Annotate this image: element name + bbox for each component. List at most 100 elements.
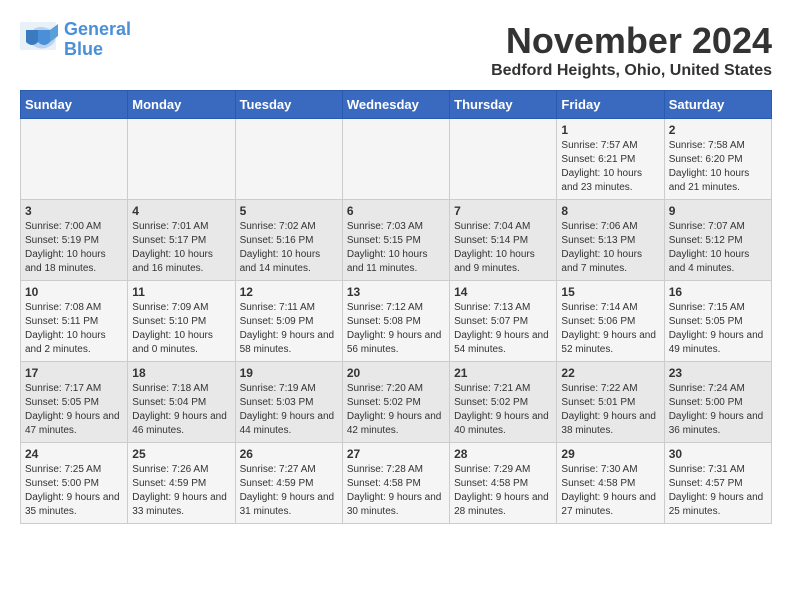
cell-content: Sunrise: 7:14 AM Sunset: 5:06 PM Dayligh…	[561, 301, 659, 357]
calendar-cell: 16 Sunrise: 7:15 AM Sunset: 5:05 PM Dayli…	[664, 281, 771, 362]
calendar-cell: 17Sunrise: 7:17 AM Sunset: 5:05 PM Dayli…	[21, 362, 128, 443]
calendar-cell: 29Sunrise: 7:30 AM Sunset: 4:58 PM Dayli…	[557, 443, 664, 524]
logo-icon	[20, 22, 60, 57]
calendar-cell	[128, 119, 235, 200]
day-number: 13	[347, 285, 445, 299]
cell-content: Sunrise: 7:01 AM Sunset: 5:17 PM Dayligh…	[132, 220, 230, 276]
cell-content: Sunrise: 7:22 AM Sunset: 5:01 PM Dayligh…	[561, 382, 659, 438]
day-number: 9	[669, 204, 767, 218]
calendar-cell: 7 Sunrise: 7:04 AM Sunset: 5:14 PM Daylig…	[450, 200, 557, 281]
calendar-cell: 24Sunrise: 7:25 AM Sunset: 5:00 PM Dayli…	[21, 443, 128, 524]
cell-content: Sunrise: 7:12 AM Sunset: 5:08 PM Dayligh…	[347, 301, 445, 357]
calendar-cell: 3 Sunrise: 7:00 AM Sunset: 5:19 PM Daylig…	[21, 200, 128, 281]
cell-content: Sunrise: 7:24 AM Sunset: 5:00 PM Dayligh…	[669, 382, 767, 438]
day-number: 23	[669, 366, 767, 380]
day-number: 30	[669, 447, 767, 461]
day-number: 3	[25, 204, 123, 218]
calendar-week-1: 1 Sunrise: 7:57 AM Sunset: 6:21 PM Daylig…	[21, 119, 772, 200]
calendar-cell: 20 Sunrise: 7:20 AM Sunset: 5:02 PM Dayli…	[342, 362, 449, 443]
calendar-cell: 6 Sunrise: 7:03 AM Sunset: 5:15 PM Daylig…	[342, 200, 449, 281]
day-number: 10	[25, 285, 123, 299]
header-day-saturday: Saturday	[664, 91, 771, 119]
cell-content: Sunrise: 7:07 AM Sunset: 5:12 PM Dayligh…	[669, 220, 767, 276]
day-number: 26	[240, 447, 338, 461]
cell-content: Sunrise: 7:00 AM Sunset: 5:19 PM Dayligh…	[25, 220, 123, 276]
header-day-thursday: Thursday	[450, 91, 557, 119]
cell-content: Sunrise: 7:03 AM Sunset: 5:15 PM Dayligh…	[347, 220, 445, 276]
cell-content: Sunrise: 7:11 AM Sunset: 5:09 PM Dayligh…	[240, 301, 338, 357]
cell-content: Sunrise: 7:57 AM Sunset: 6:21 PM Dayligh…	[561, 139, 659, 195]
cell-content: Sunrise: 7:15 AM Sunset: 5:05 PM Dayligh…	[669, 301, 767, 357]
calendar-cell: 5Sunrise: 7:02 AM Sunset: 5:16 PM Daylig…	[235, 200, 342, 281]
calendar-cell: 22 Sunrise: 7:22 AM Sunset: 5:01 PM Dayli…	[557, 362, 664, 443]
calendar-cell	[235, 119, 342, 200]
cell-content: Sunrise: 7:19 AM Sunset: 5:03 PM Dayligh…	[240, 382, 338, 438]
day-number: 27	[347, 447, 445, 461]
calendar-cell: 10 Sunrise: 7:08 AM Sunset: 5:11 PM Dayli…	[21, 281, 128, 362]
logo: General Blue	[20, 20, 131, 60]
day-number: 19	[240, 366, 338, 380]
day-number: 7	[454, 204, 552, 218]
calendar-body: 1 Sunrise: 7:57 AM Sunset: 6:21 PM Daylig…	[21, 119, 772, 524]
calendar-cell: 8Sunrise: 7:06 AM Sunset: 5:13 PM Daylig…	[557, 200, 664, 281]
cell-content: Sunrise: 7:20 AM Sunset: 5:02 PM Dayligh…	[347, 382, 445, 438]
calendar-table: SundayMondayTuesdayWednesdayThursdayFrid…	[20, 90, 772, 524]
day-number: 6	[347, 204, 445, 218]
cell-content: Sunrise: 7:08 AM Sunset: 5:11 PM Dayligh…	[25, 301, 123, 357]
day-number: 2	[669, 123, 767, 137]
calendar-cell: 9 Sunrise: 7:07 AM Sunset: 5:12 PM Daylig…	[664, 200, 771, 281]
calendar-cell: 18Sunrise: 7:18 AM Sunset: 5:04 PM Dayli…	[128, 362, 235, 443]
day-number: 16	[669, 285, 767, 299]
calendar-cell: 4Sunrise: 7:01 AM Sunset: 5:17 PM Daylig…	[128, 200, 235, 281]
calendar-cell: 1 Sunrise: 7:57 AM Sunset: 6:21 PM Daylig…	[557, 119, 664, 200]
header-day-sunday: Sunday	[21, 91, 128, 119]
cell-content: Sunrise: 7:26 AM Sunset: 4:59 PM Dayligh…	[132, 463, 230, 519]
day-number: 29	[561, 447, 659, 461]
cell-content: Sunrise: 7:27 AM Sunset: 4:59 PM Dayligh…	[240, 463, 338, 519]
calendar-cell: 21 Sunrise: 7:21 AM Sunset: 5:02 PM Dayli…	[450, 362, 557, 443]
cell-content: Sunrise: 7:21 AM Sunset: 5:02 PM Dayligh…	[454, 382, 552, 438]
day-number: 11	[132, 285, 230, 299]
calendar-cell: 23 Sunrise: 7:24 AM Sunset: 5:00 PM Dayli…	[664, 362, 771, 443]
calendar-week-3: 10 Sunrise: 7:08 AM Sunset: 5:11 PM Dayli…	[21, 281, 772, 362]
cell-content: Sunrise: 7:28 AM Sunset: 4:58 PM Dayligh…	[347, 463, 445, 519]
header-row: SundayMondayTuesdayWednesdayThursdayFrid…	[21, 91, 772, 119]
cell-content: Sunrise: 7:13 AM Sunset: 5:07 PM Dayligh…	[454, 301, 552, 357]
cell-content: Sunrise: 7:25 AM Sunset: 5:00 PM Dayligh…	[25, 463, 123, 519]
calendar-cell: 14 Sunrise: 7:13 AM Sunset: 5:07 PM Dayli…	[450, 281, 557, 362]
calendar-cell: 26 Sunrise: 7:27 AM Sunset: 4:59 PM Dayli…	[235, 443, 342, 524]
day-number: 22	[561, 366, 659, 380]
location-title: Bedford Heights, Ohio, United States	[491, 62, 772, 80]
calendar-cell: 19 Sunrise: 7:19 AM Sunset: 5:03 PM Dayli…	[235, 362, 342, 443]
calendar-cell	[342, 119, 449, 200]
calendar-week-4: 17Sunrise: 7:17 AM Sunset: 5:05 PM Dayli…	[21, 362, 772, 443]
calendar-cell	[21, 119, 128, 200]
calendar-week-2: 3 Sunrise: 7:00 AM Sunset: 5:19 PM Daylig…	[21, 200, 772, 281]
day-number: 8	[561, 204, 659, 218]
calendar-cell	[450, 119, 557, 200]
calendar-cell: 13 Sunrise: 7:12 AM Sunset: 5:08 PM Dayli…	[342, 281, 449, 362]
day-number: 12	[240, 285, 338, 299]
day-number: 14	[454, 285, 552, 299]
calendar-cell: 27 Sunrise: 7:28 AM Sunset: 4:58 PM Dayli…	[342, 443, 449, 524]
cell-content: Sunrise: 7:09 AM Sunset: 5:10 PM Dayligh…	[132, 301, 230, 357]
day-number: 28	[454, 447, 552, 461]
day-number: 25	[132, 447, 230, 461]
header-day-wednesday: Wednesday	[342, 91, 449, 119]
calendar-cell: 12 Sunrise: 7:11 AM Sunset: 5:09 PM Dayli…	[235, 281, 342, 362]
cell-content: Sunrise: 7:17 AM Sunset: 5:05 PM Dayligh…	[25, 382, 123, 438]
cell-content: Sunrise: 7:29 AM Sunset: 4:58 PM Dayligh…	[454, 463, 552, 519]
day-number: 20	[347, 366, 445, 380]
calendar-cell: 25 Sunrise: 7:26 AM Sunset: 4:59 PM Dayli…	[128, 443, 235, 524]
calendar-cell: 15Sunrise: 7:14 AM Sunset: 5:06 PM Dayli…	[557, 281, 664, 362]
cell-content: Sunrise: 7:02 AM Sunset: 5:16 PM Dayligh…	[240, 220, 338, 276]
calendar-header: SundayMondayTuesdayWednesdayThursdayFrid…	[21, 91, 772, 119]
day-number: 1	[561, 123, 659, 137]
day-number: 21	[454, 366, 552, 380]
cell-content: Sunrise: 7:04 AM Sunset: 5:14 PM Dayligh…	[454, 220, 552, 276]
calendar-cell: 2 Sunrise: 7:58 AM Sunset: 6:20 PM Daylig…	[664, 119, 771, 200]
cell-content: Sunrise: 7:58 AM Sunset: 6:20 PM Dayligh…	[669, 139, 767, 195]
header-day-monday: Monday	[128, 91, 235, 119]
month-title: November 2024	[491, 20, 772, 62]
header: General Blue November 2024 Bedford Heigh…	[20, 20, 772, 80]
